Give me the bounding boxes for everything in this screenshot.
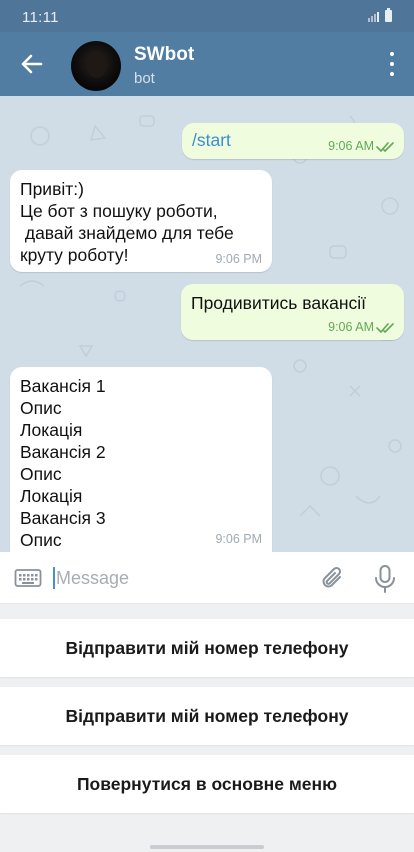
gesture-navbar: [0, 842, 414, 852]
message-list[interactable]: /start 9:06 AM Привіт:) Це бот з пошуку …: [0, 96, 414, 552]
message-bubble-incoming[interactable]: Привіт:) Це бот з пошуку роботи, давай з…: [10, 170, 272, 272]
double-check-icon: [376, 323, 394, 333]
avatar[interactable]: [71, 41, 121, 91]
back-button[interactable]: [10, 42, 54, 86]
send-phone-number-button[interactable]: Відправити мій номер телефону: [0, 687, 414, 745]
signal-bar-icon: [374, 14, 376, 22]
message-time: 9:06 PM: [215, 532, 262, 546]
arrow-left-icon: [21, 54, 43, 74]
chat-subtitle: bot: [134, 70, 155, 87]
status-bar: 11:11: [0, 0, 414, 32]
message-text: Привіт:) Це бот з пошуку роботи, давай з…: [20, 179, 234, 265]
keyboard-icon: [14, 569, 42, 587]
paperclip-icon: [322, 566, 342, 588]
message-bubble-outgoing[interactable]: Продивитись вакансії 9:06 AM: [181, 284, 404, 340]
message-time: 9:06 AM: [328, 320, 374, 334]
message-time: 9:06 PM: [215, 252, 262, 266]
attach-button[interactable]: [318, 564, 348, 594]
chat-title[interactable]: SWbot: [134, 44, 194, 66]
more-menu-button[interactable]: [386, 52, 398, 76]
send-phone-number-button[interactable]: Відправити мій номер телефону: [0, 619, 414, 677]
message-time: 9:06 AM: [328, 139, 374, 153]
back-to-main-menu-button[interactable]: Повернутися в основне меню: [0, 755, 414, 813]
battery-icon: [385, 8, 392, 22]
home-indicator[interactable]: [150, 845, 264, 849]
voice-message-button[interactable]: [372, 564, 398, 594]
keyboard-toggle-button[interactable]: [14, 566, 42, 590]
status-time: 11:11: [22, 9, 59, 26]
signal-bar-icon: [377, 12, 379, 22]
message-text[interactable]: /start: [192, 129, 231, 151]
signal-battery-icons: [368, 8, 392, 22]
reply-keyboard: Відправити мій номер телефону Відправити…: [0, 604, 414, 852]
message-text: Продивитись вакансії: [191, 293, 367, 313]
more-vertical-icon: [390, 52, 394, 56]
microphone-icon: [375, 565, 395, 593]
message-bubble-outgoing[interactable]: /start 9:06 AM: [182, 123, 404, 159]
signal-bar-icon: [368, 18, 370, 22]
message-input[interactable]: [56, 564, 296, 592]
message-text: Вакансія 1 Опис Локація Вакансія 2 Опис …: [20, 376, 106, 550]
signal-bar-icon: [371, 16, 373, 22]
message-bubble-incoming[interactable]: Вакансія 1 Опис Локація Вакансія 2 Опис …: [10, 367, 272, 552]
chat-header: SWbot bot: [0, 32, 414, 96]
text-caret: [53, 567, 55, 589]
message-input-bar: [0, 552, 414, 604]
double-check-icon: [376, 142, 394, 152]
